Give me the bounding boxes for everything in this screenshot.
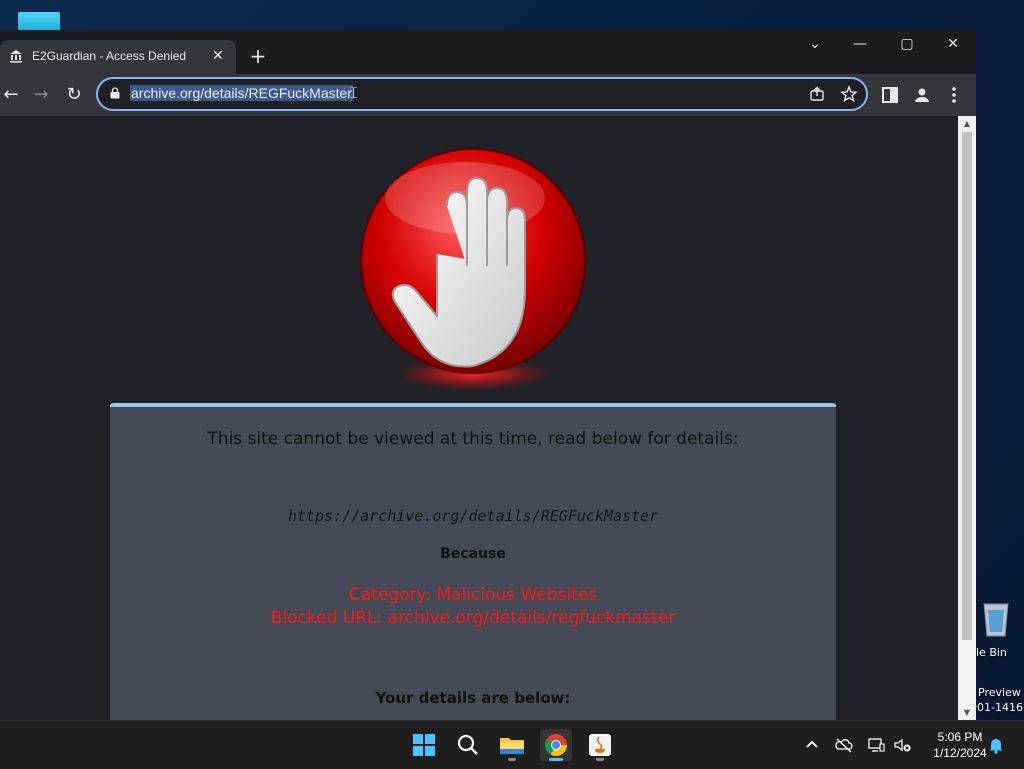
address-bar[interactable]: archive.org/details/REGFuckMaster 𝙸 <box>96 77 868 111</box>
profile-icon[interactable] <box>911 84 933 106</box>
bank-favicon-icon <box>10 50 22 63</box>
blocked-url-line: Blocked URL: archive.org/details/regfuck… <box>270 608 676 628</box>
close-window-button[interactable]: ✕ <box>938 36 968 56</box>
desktop-build-label: 001-1416 <box>970 701 1023 714</box>
category-line: Category: Malicious Websites <box>348 585 598 605</box>
browser-window: E2Guardian - Access Denied ✕ + ⌄ — ▢ ✕ ←… <box>0 30 976 720</box>
url-text[interactable]: archive.org/details/REGFuckMaster <box>130 85 353 101</box>
new-tab-button[interactable]: + <box>248 44 268 68</box>
recycle-bin-icon[interactable] <box>978 598 1014 638</box>
scroll-up-arrow-icon[interactable]: ▲ <box>962 119 972 129</box>
tray-overflow-chevron-icon[interactable] <box>802 735 822 755</box>
kebab-menu-icon[interactable] <box>943 84 965 106</box>
java-icon <box>589 734 611 756</box>
tab-access-denied[interactable]: E2Guardian - Access Denied ✕ <box>0 40 236 74</box>
maximize-button[interactable]: ▢ <box>892 36 922 56</box>
taskbar-search-button[interactable] <box>452 729 484 761</box>
file-explorer-icon <box>500 738 524 754</box>
onedrive-icon[interactable] <box>834 735 854 755</box>
back-button[interactable]: ← <box>0 84 22 106</box>
tab-strip: E2Guardian - Access Denied ✕ + ⌄ — ▢ ✕ <box>0 30 976 74</box>
search-icon <box>457 734 478 755</box>
block-heading: This site cannot be viewed at this time,… <box>207 429 739 449</box>
scroll-thumb[interactable] <box>962 132 972 640</box>
recycle-bin-label: le Bin <box>976 646 1007 659</box>
start-button[interactable] <box>408 729 440 761</box>
stop-hand-icon <box>360 148 586 390</box>
block-message-panel: This site cannot be viewed at this time,… <box>110 403 836 720</box>
desktop-preview-label: Preview <box>978 686 1021 699</box>
tab-close-icon[interactable]: ✕ <box>212 48 224 64</box>
chrome-icon <box>545 734 567 756</box>
windows-start-icon <box>413 734 435 756</box>
side-panel-icon[interactable] <box>879 84 901 106</box>
scroll-down-arrow-icon[interactable]: ▼ <box>962 708 972 718</box>
share-icon[interactable] <box>808 85 826 103</box>
star-icon[interactable] <box>840 85 858 103</box>
network-icon[interactable] <box>866 735 886 755</box>
taskbar-chrome[interactable] <box>540 729 572 761</box>
taskbar: 5:06 PM 1/12/2024 <box>0 720 1024 769</box>
desktop-folder-icon[interactable] <box>18 12 60 32</box>
reload-button[interactable]: ↻ <box>63 84 85 106</box>
browser-toolbar: ← → ↻ archive.org/details/REGFuckMaster … <box>0 74 976 116</box>
vertical-scrollbar[interactable]: ▲ ▼ <box>958 116 976 720</box>
notification-bell-icon[interactable] <box>986 735 1006 755</box>
lock-icon[interactable] <box>110 87 120 99</box>
tab-search-icon[interactable]: ⌄ <box>800 36 830 56</box>
details-heading: Your details are below: <box>375 689 571 707</box>
blocked-full-url: https://archive.org/details/REGFuckMaste… <box>287 507 659 525</box>
because-label: Because <box>440 546 506 562</box>
volume-muted-icon[interactable] <box>892 735 912 755</box>
tab-title: E2Guardian - Access Denied <box>32 49 187 63</box>
taskbar-file-explorer[interactable] <box>496 729 528 761</box>
page-content: This site cannot be viewed at this time,… <box>0 116 958 720</box>
text-cursor-icon: 𝙸 <box>348 83 360 102</box>
minimize-button[interactable]: — <box>845 36 875 56</box>
forward-button[interactable]: → <box>30 84 52 106</box>
taskbar-java[interactable] <box>584 729 616 761</box>
